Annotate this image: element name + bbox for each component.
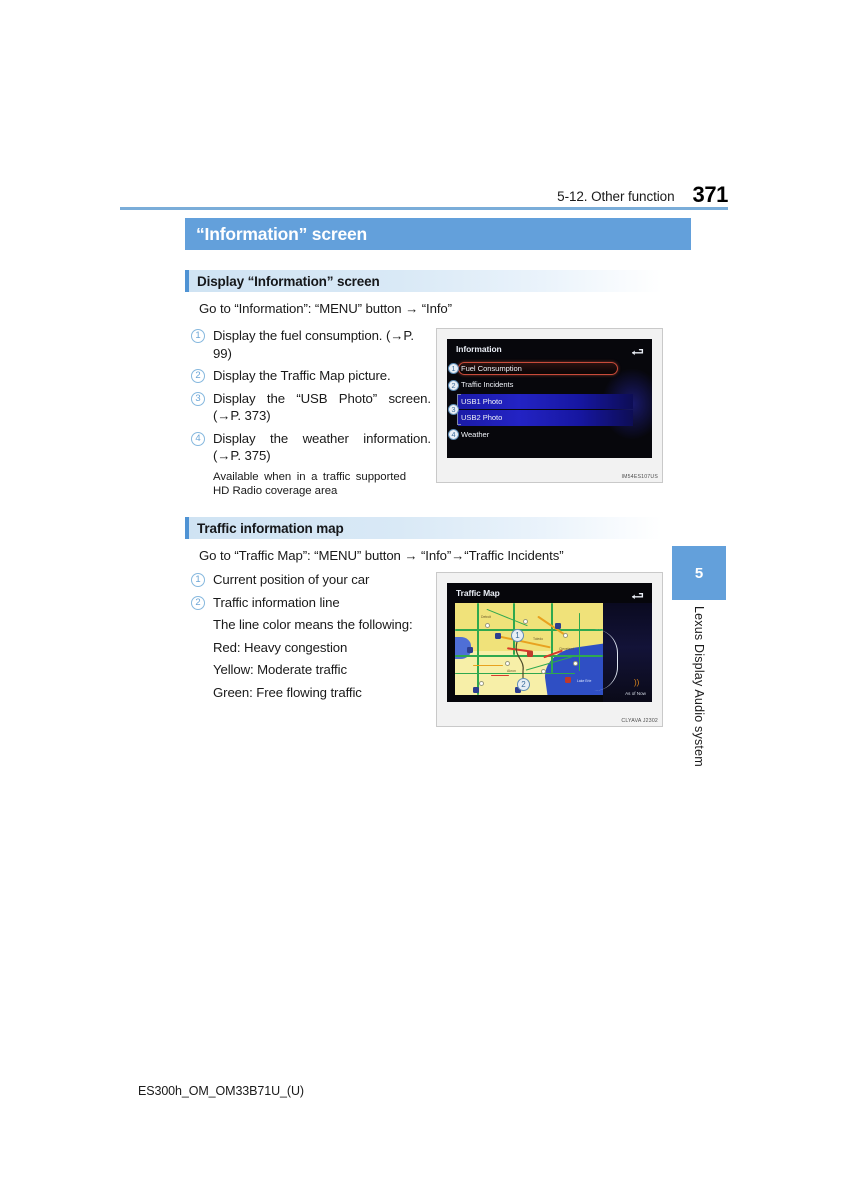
map-route-shield bbox=[467, 647, 473, 653]
navigation-path-information: Go to “Information”: “MENU” button → “In… bbox=[199, 301, 452, 316]
footer-document-code: ES300h_OM_OM33B71U_(U) bbox=[138, 1084, 304, 1098]
callout-marker: 1 bbox=[191, 329, 205, 343]
chapter-tab-label: Lexus Display Audio system bbox=[692, 606, 706, 767]
figure-traffic-map-screen: Traffic Map Detroit Toledo Cleveland Akr… bbox=[436, 572, 663, 727]
callout-text: Display the Traffic Map picture. bbox=[213, 367, 431, 385]
map-callout-2: 2 bbox=[517, 678, 530, 691]
list-item: 1 Display the fuel consumption. (→P. 99) bbox=[191, 327, 431, 362]
map-label: Cleveland bbox=[559, 647, 575, 651]
figure-information-screen: Information Fuel Consumption Traffic Inc… bbox=[436, 328, 663, 483]
map-poi bbox=[485, 623, 490, 628]
chapter-tab-number: 5 bbox=[672, 546, 726, 600]
running-header: 5-12. Other function 371 bbox=[120, 178, 728, 206]
callout-line: Display the “USB Photo” screen. bbox=[213, 390, 431, 406]
header-rule bbox=[120, 207, 728, 210]
figure-caption-code: CLYAVA J2302 bbox=[621, 718, 658, 724]
callout-line: (→P. 375) bbox=[213, 448, 271, 463]
map-poi bbox=[573, 661, 578, 666]
running-header-title: 5-12. Other function bbox=[557, 189, 675, 204]
map-label: Detroit bbox=[481, 615, 491, 619]
legend-green: Green: Free flowing traffic bbox=[213, 684, 362, 700]
callout-line: Current position of your car bbox=[213, 572, 370, 587]
map-side-arc bbox=[594, 629, 618, 691]
screen-title: Information bbox=[456, 344, 502, 354]
callout-marker: 1 bbox=[191, 573, 205, 587]
callout-marker: 2 bbox=[191, 595, 205, 610]
figure-caption-code: IM54ES107US bbox=[621, 474, 658, 480]
availability-note: Available when in a traffic supported HD… bbox=[213, 470, 406, 497]
list-item: 2 Traffic information line bbox=[191, 594, 431, 612]
legend-yellow: Yellow: Moderate traffic bbox=[213, 662, 347, 677]
callout-line: Display the fuel consumption. bbox=[213, 328, 383, 343]
screen-callout-3: 3 bbox=[448, 404, 459, 415]
map-label: Lake Erie bbox=[577, 679, 592, 683]
map-callout-1: 1 bbox=[511, 629, 524, 642]
map-poi bbox=[541, 669, 546, 674]
traffic-map-screen: Traffic Map Detroit Toledo Cleveland Akr… bbox=[447, 583, 652, 702]
chapter-tab-label-wrap: Lexus Display Audio system bbox=[672, 606, 726, 826]
section-banner-title: “Information” screen bbox=[196, 223, 368, 244]
map-route-shield bbox=[565, 677, 571, 683]
screen-callout-4: 4 bbox=[448, 429, 459, 440]
subsection-heading-label: Traffic information map bbox=[197, 520, 344, 536]
information-menu-list: Fuel Consumption Traffic Incidents USB1 … bbox=[447, 360, 652, 443]
menu-row-traffic-incidents[interactable]: Traffic Incidents bbox=[447, 377, 652, 394]
subsection-heading-label: Display “Information” screen bbox=[197, 273, 380, 289]
map-label: Akron bbox=[507, 669, 516, 673]
list-item: 3 Display the “USB Photo” screen. (→P. 3… bbox=[191, 390, 431, 425]
callout-line: Display the weather information. bbox=[213, 430, 431, 446]
back-arrow-icon[interactable] bbox=[631, 588, 644, 600]
menu-row-fuel-consumption[interactable]: Fuel Consumption bbox=[447, 360, 652, 377]
map-route-shield bbox=[495, 633, 501, 639]
callout-list-traffic-map: 1 Current position of your car 2 Traffic… bbox=[191, 571, 431, 706]
map-road-green bbox=[486, 608, 528, 627]
legend-red: Red: Heavy congestion bbox=[213, 639, 348, 655]
hd-radio-icon: )) bbox=[634, 678, 640, 687]
map-road-green bbox=[477, 603, 479, 695]
navigation-path-traffic-map: Go to “Traffic Map”: “MENU” button → “In… bbox=[199, 548, 564, 563]
callout-line: (→P. 373) bbox=[213, 408, 271, 423]
callout-marker: 4 bbox=[191, 431, 205, 446]
page-number: 371 bbox=[692, 182, 728, 207]
map-poi bbox=[563, 633, 568, 638]
map-poi bbox=[505, 661, 510, 666]
map-side-panel: )) As of Now bbox=[603, 603, 652, 702]
section-banner: “Information” screen bbox=[185, 218, 691, 250]
screen-title: Traffic Map bbox=[456, 588, 500, 598]
callout-text: Current position of your car bbox=[213, 571, 431, 589]
callout-text: Display the weather information. (→P. 37… bbox=[213, 430, 431, 465]
map-poi bbox=[523, 619, 528, 624]
subsection-heading-traffic-map: Traffic information map bbox=[185, 517, 662, 539]
line-color-intro: The line color means the following: bbox=[213, 617, 413, 632]
back-arrow-icon[interactable] bbox=[631, 344, 644, 356]
callout-line: Display the Traffic Map picture. bbox=[213, 368, 391, 383]
list-item: 4 Display the weather information. (→P. … bbox=[191, 430, 431, 465]
map-status-text: As of Now bbox=[625, 691, 646, 696]
map-poi bbox=[479, 681, 484, 686]
map-label: Toledo bbox=[533, 637, 543, 641]
map-route-shield bbox=[527, 651, 533, 657]
menu-row-usb1-photo[interactable]: USB1 Photo bbox=[447, 393, 652, 425]
information-screen: Information Fuel Consumption Traffic Inc… bbox=[447, 339, 652, 458]
menu-row-weather[interactable]: Weather bbox=[447, 426, 652, 443]
menu-row-usb2-photo[interactable]: USB2 Photo bbox=[447, 410, 652, 427]
list-item: 1 Current position of your car bbox=[191, 571, 431, 589]
list-item: 2 Display the Traffic Map picture. bbox=[191, 367, 431, 385]
screen-callout-1: 1 bbox=[448, 363, 459, 374]
map-route-shield bbox=[555, 623, 561, 629]
callout-marker: 2 bbox=[191, 369, 205, 383]
callout-list-information: 1 Display the fuel consumption. (→P. 99)… bbox=[191, 327, 431, 498]
callout-marker: 3 bbox=[191, 391, 205, 406]
callout-line: Traffic information line bbox=[213, 594, 340, 610]
screen-callout-2: 2 bbox=[448, 379, 459, 391]
subsection-heading-display-information: Display “Information” screen bbox=[185, 270, 662, 292]
callout-text: Display the fuel consumption. (→P. 99) bbox=[213, 327, 431, 362]
callout-text: Traffic information line bbox=[213, 594, 431, 612]
map-route-shield bbox=[473, 687, 479, 693]
manual-page: 5-12. Other function 371 “Information” s… bbox=[0, 0, 848, 1200]
callout-text: Display the “USB Photo” screen. (→P. 373… bbox=[213, 390, 431, 425]
